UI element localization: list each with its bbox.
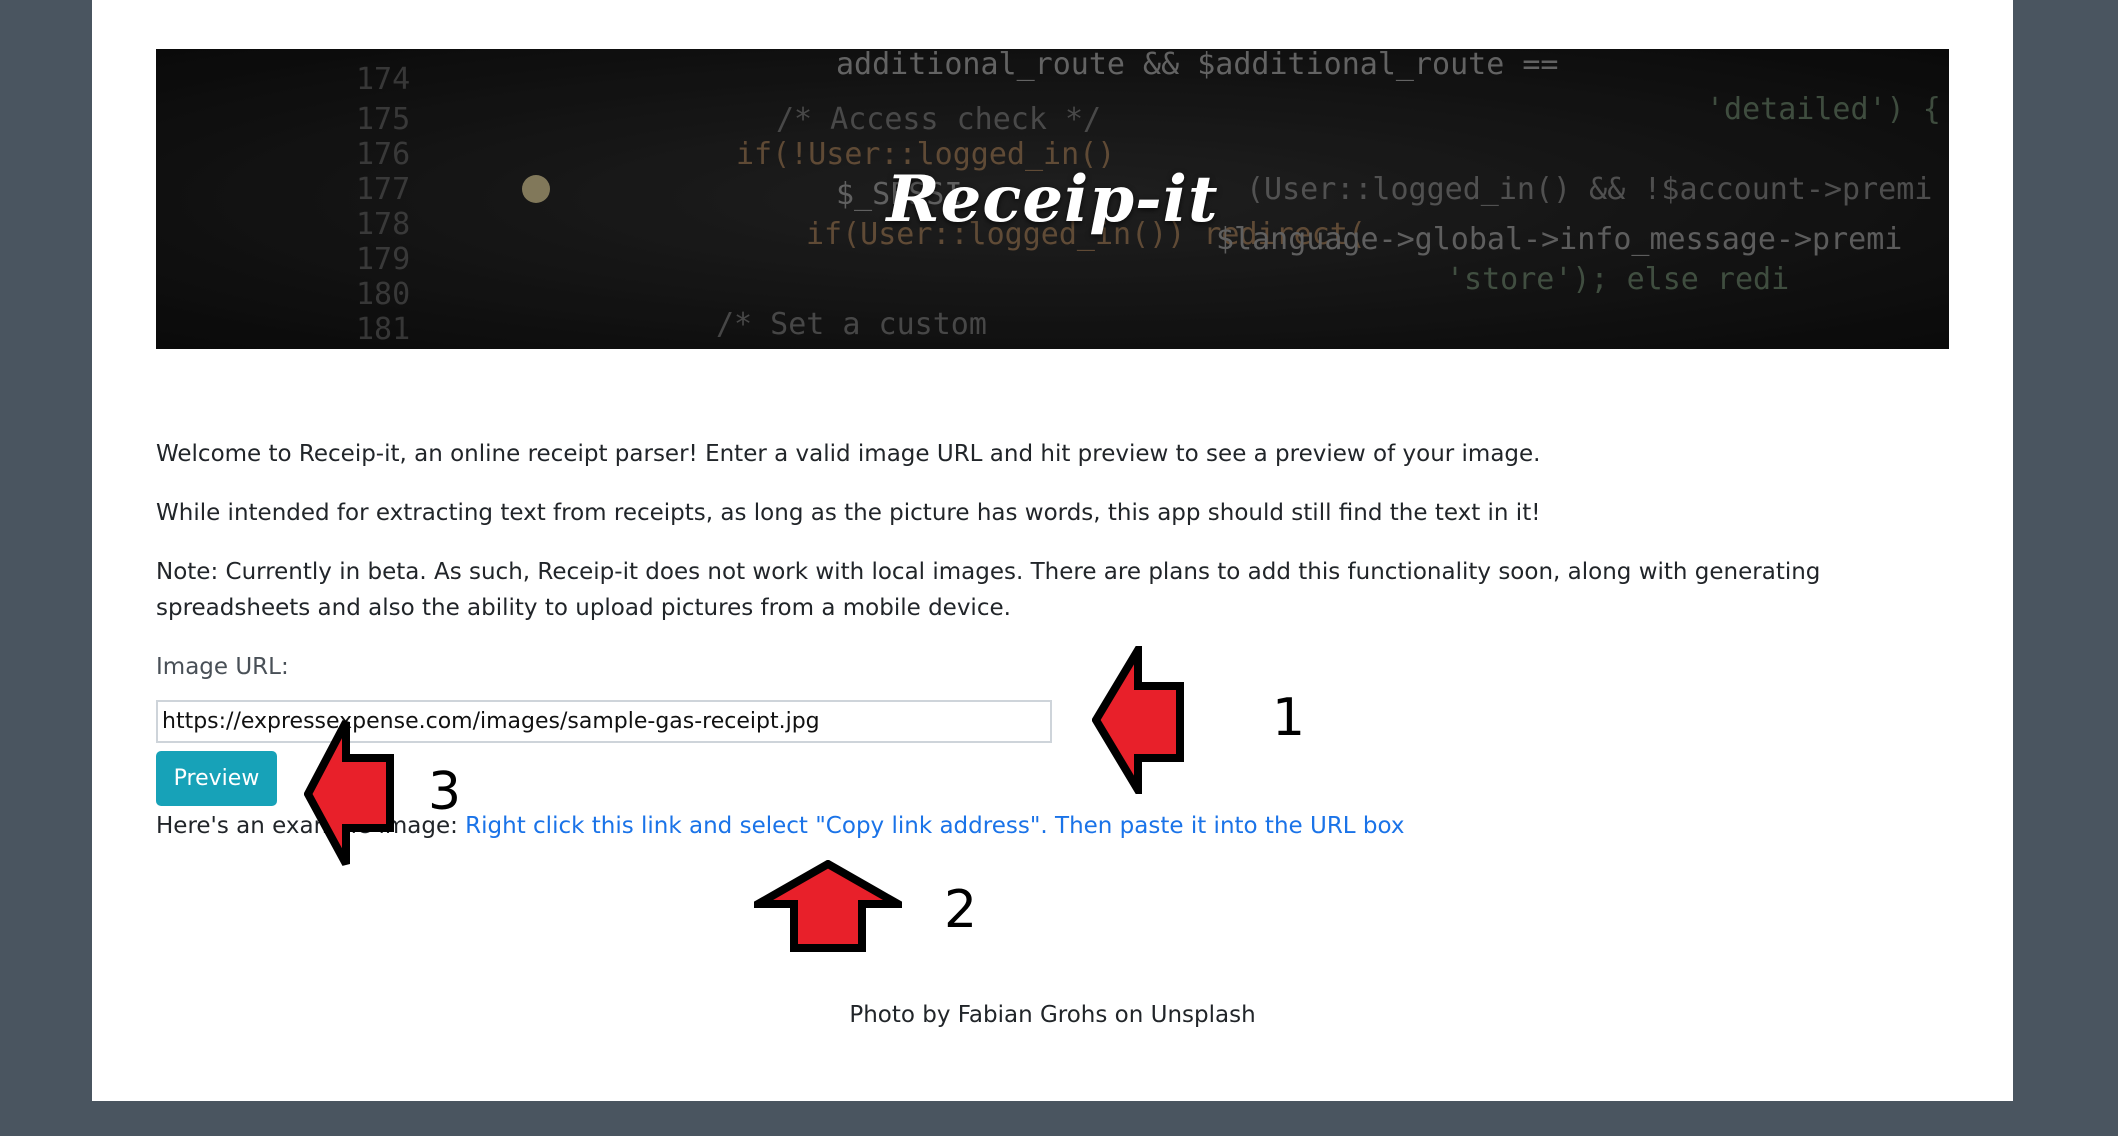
image-url-label: Image URL: xyxy=(156,654,289,680)
main-content: Welcome to Receip-it, an online receipt … xyxy=(156,436,1956,844)
annotation-arrow-3-icon xyxy=(304,720,394,866)
welcome-text: Welcome to Receip-it, an online receipt … xyxy=(156,441,1541,467)
preview-button[interactable]: Preview xyxy=(156,751,277,806)
annotation-number-3: 3 xyxy=(428,762,462,822)
example-image-line: Here's an example image: Right click thi… xyxy=(156,808,1956,844)
photo-credit: Photo by Fabian Grohs on Unsplash xyxy=(849,1002,1256,1028)
annotation-arrow-2-icon xyxy=(754,860,902,952)
example-image-link[interactable]: Right click this link and select "Copy l… xyxy=(465,813,1404,839)
beta-note-text: Note: Currently in beta. As such, Receip… xyxy=(156,559,1821,621)
image-url-input[interactable] xyxy=(156,700,1052,743)
purpose-text: While intended for extracting text from … xyxy=(156,500,1541,526)
annotation-number-2: 2 xyxy=(944,880,978,940)
page-container: 174 175 176 177 178 179 180 181 addition… xyxy=(92,0,2013,1101)
annotation-number-1: 1 xyxy=(1272,688,1306,748)
app-title: Receip-it xyxy=(886,161,1219,237)
annotation-arrow-1-icon xyxy=(1092,646,1184,794)
header-banner: 174 175 176 177 178 179 180 181 addition… xyxy=(156,49,1949,349)
